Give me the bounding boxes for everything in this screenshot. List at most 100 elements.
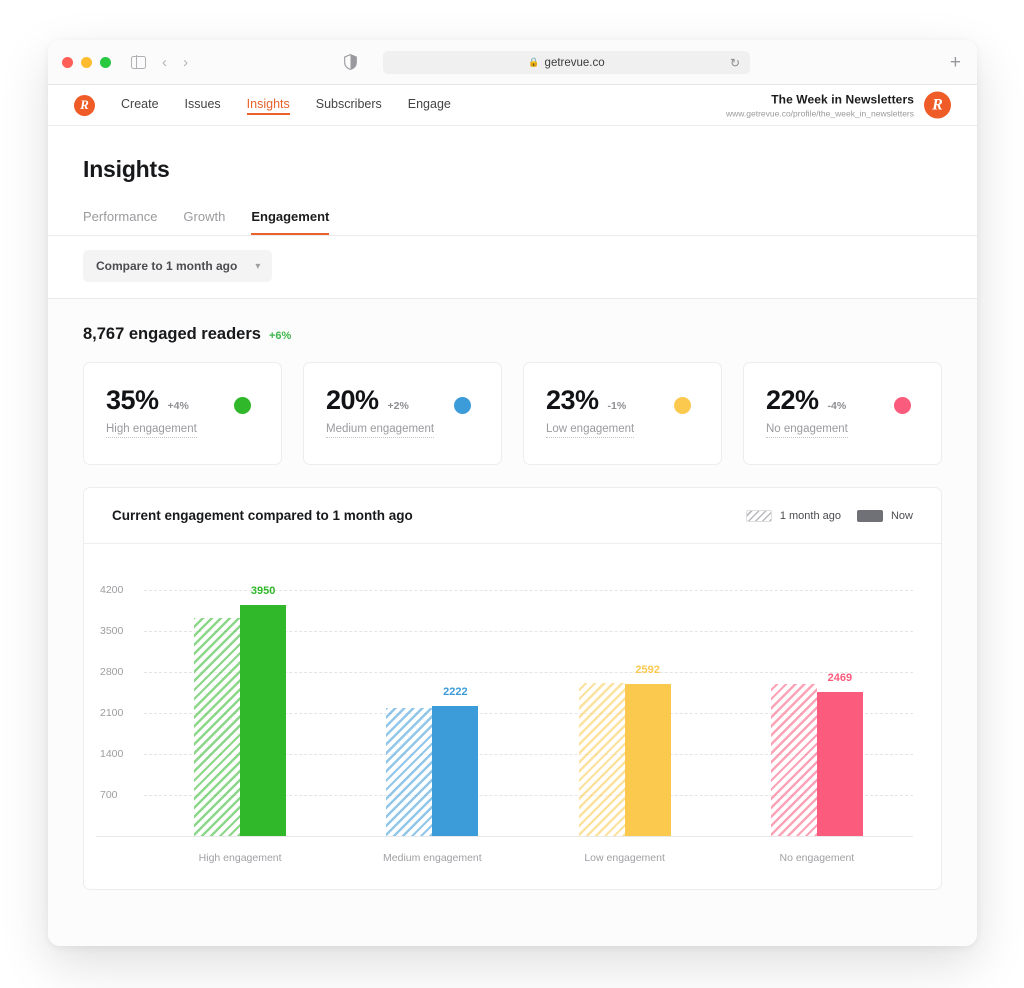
brand-url: www.getrevue.co/profile/the_week_in_news… xyxy=(725,108,914,118)
stat-delta: -1% xyxy=(607,400,627,412)
chart-bar-group: 2469 No engagement xyxy=(721,544,913,890)
status-dot-icon xyxy=(894,397,911,414)
bar-current-period[interactable] xyxy=(816,691,863,836)
chart-bar-group: 2592 Low engagement xyxy=(529,544,721,890)
stat-percent: 20% xyxy=(326,385,379,415)
window-traffic-lights xyxy=(62,56,111,68)
legend-swatch-hatched-icon xyxy=(745,509,772,522)
engaged-readers-count: 8,767 engaged readers xyxy=(83,325,261,343)
insights-tabs: Performance Growth Engagement xyxy=(83,209,942,235)
y-axis-tick-label: 700 xyxy=(100,789,118,802)
browser-toolbar: ‹ › 🔒 getrevue.co ↻ + xyxy=(48,40,977,85)
legend-label: 1 month ago xyxy=(779,509,841,522)
stat-percent: 35% xyxy=(106,385,159,415)
stat-delta: +2% xyxy=(387,400,409,412)
privacy-shield-icon[interactable] xyxy=(344,54,357,70)
revue-logo-icon[interactable]: R xyxy=(74,94,95,116)
legend-item-previous[interactable]: 1 month ago xyxy=(745,509,841,522)
bar-current-period[interactable] xyxy=(432,706,479,836)
address-bar-url: getrevue.co xyxy=(544,56,605,69)
nav-item-subscribers[interactable]: Subscribers xyxy=(316,97,382,113)
legend-swatch-solid-icon xyxy=(856,509,883,522)
main-nav: Create Issues Insights Subscribers Engag… xyxy=(121,97,451,115)
chart-bar-group: 2222 Medium engagement xyxy=(336,544,528,890)
chart-bar-groups: 3950 High engagement 2222 Medium engagement… xyxy=(144,544,913,890)
stat-delta: +4% xyxy=(167,400,189,412)
forward-icon[interactable]: › xyxy=(183,55,188,70)
stat-label: Low engagement xyxy=(546,423,635,438)
y-axis-tick-label: 4200 xyxy=(100,584,124,597)
y-axis-tick-label: 2100 xyxy=(100,707,124,720)
chevron-down-icon: ▾ xyxy=(255,260,261,272)
browser-window: ‹ › 🔒 getrevue.co ↻ + R Create Issues In… xyxy=(48,40,977,946)
reload-icon[interactable]: ↻ xyxy=(730,56,740,70)
bar-previous-period[interactable] xyxy=(578,682,625,836)
tab-engagement[interactable]: Engagement xyxy=(251,209,330,235)
filter-bar: Compare to 1 month ago ▾ xyxy=(48,236,977,299)
address-bar[interactable]: 🔒 getrevue.co ↻ xyxy=(383,51,750,74)
x-axis-category-label: High engagement xyxy=(198,852,282,864)
app-navbar: R Create Issues Insights Subscribers Eng… xyxy=(48,85,977,126)
stat-label: Medium engagement xyxy=(326,423,435,438)
chart-bar-group: 3950 High engagement xyxy=(144,544,336,890)
tab-growth[interactable]: Growth xyxy=(183,209,225,235)
chart-legend: 1 month ago Now xyxy=(745,509,913,522)
engaged-readers-delta: +6% xyxy=(268,330,292,342)
bar-pair xyxy=(386,706,479,836)
y-axis-tick-label: 1400 xyxy=(100,748,124,761)
bar-value-label: 2469 xyxy=(827,671,853,684)
bar-current-period[interactable] xyxy=(624,684,671,836)
y-axis-tick-label: 3500 xyxy=(100,625,124,638)
minimize-window-button[interactable] xyxy=(81,56,92,68)
chart-header: Current engagement compared to 1 month a… xyxy=(84,488,941,544)
stat-percent: 22% xyxy=(766,385,819,415)
x-axis-category-label: Medium engagement xyxy=(383,852,482,864)
engaged-readers-summary: 8,767 engaged readers +6% xyxy=(83,325,942,344)
stat-card-low-engagement[interactable]: 23% -1% Low engagement xyxy=(523,362,722,465)
maximize-window-button[interactable] xyxy=(100,56,111,68)
bar-previous-period[interactable] xyxy=(770,683,817,836)
stat-card-high-engagement[interactable]: 35% +4% High engagement xyxy=(83,362,282,465)
new-tab-button[interactable]: + xyxy=(950,53,961,72)
compare-period-value: Compare to 1 month ago xyxy=(96,259,238,273)
navigation-controls: ‹ › xyxy=(131,55,188,70)
bar-value-label: 2222 xyxy=(443,686,468,699)
page-title: Insights xyxy=(83,156,170,182)
y-axis-tick-label: 2800 xyxy=(100,666,124,679)
bar-value-label: 2592 xyxy=(635,664,660,677)
bar-previous-period[interactable] xyxy=(194,617,241,836)
status-dot-icon xyxy=(234,397,251,414)
nav-item-insights[interactable]: Insights xyxy=(246,97,290,115)
bar-pair xyxy=(194,605,287,836)
bar-pair xyxy=(770,683,863,836)
bar-current-period[interactable] xyxy=(240,605,287,836)
legend-label: Now xyxy=(890,509,913,522)
nav-item-create[interactable]: Create xyxy=(121,97,159,113)
compare-period-dropdown[interactable]: Compare to 1 month ago ▾ xyxy=(83,250,273,282)
chart-title: Current engagement compared to 1 month a… xyxy=(112,508,413,523)
x-axis-category-label: No engagement xyxy=(779,852,855,864)
avatar[interactable]: R xyxy=(924,91,951,119)
insights-content: 8,767 engaged readers +6% 35% +4% High e… xyxy=(48,299,977,946)
close-window-button[interactable] xyxy=(62,56,73,68)
legend-item-now[interactable]: Now xyxy=(856,509,913,522)
stat-delta: -4% xyxy=(827,400,847,412)
bar-pair xyxy=(578,682,671,836)
stat-card-no-engagement[interactable]: 22% -4% No engagement xyxy=(743,362,942,465)
engagement-stat-cards: 35% +4% High engagement 20% +2% Medium e… xyxy=(83,362,942,465)
nav-item-engage[interactable]: Engage xyxy=(408,97,451,113)
bar-previous-period[interactable] xyxy=(386,708,433,836)
lock-icon: 🔒 xyxy=(528,57,540,67)
account-brand[interactable]: The Week in Newsletters www.getrevue.co/… xyxy=(726,91,951,119)
stat-card-medium-engagement[interactable]: 20% +2% Medium engagement xyxy=(303,362,502,465)
sidebar-toggle-icon[interactable] xyxy=(131,55,146,69)
stat-label: High engagement xyxy=(106,423,197,438)
nav-item-issues[interactable]: Issues xyxy=(185,97,221,113)
stat-label: No engagement xyxy=(766,423,848,438)
page-header: Insights Performance Growth Engagement xyxy=(48,126,977,236)
brand-text: The Week in Newsletters www.getrevue.co/… xyxy=(726,92,914,118)
tab-performance[interactable]: Performance xyxy=(83,209,157,235)
status-dot-icon xyxy=(674,397,691,414)
stat-percent: 23% xyxy=(546,385,599,415)
back-icon[interactable]: ‹ xyxy=(162,55,167,70)
